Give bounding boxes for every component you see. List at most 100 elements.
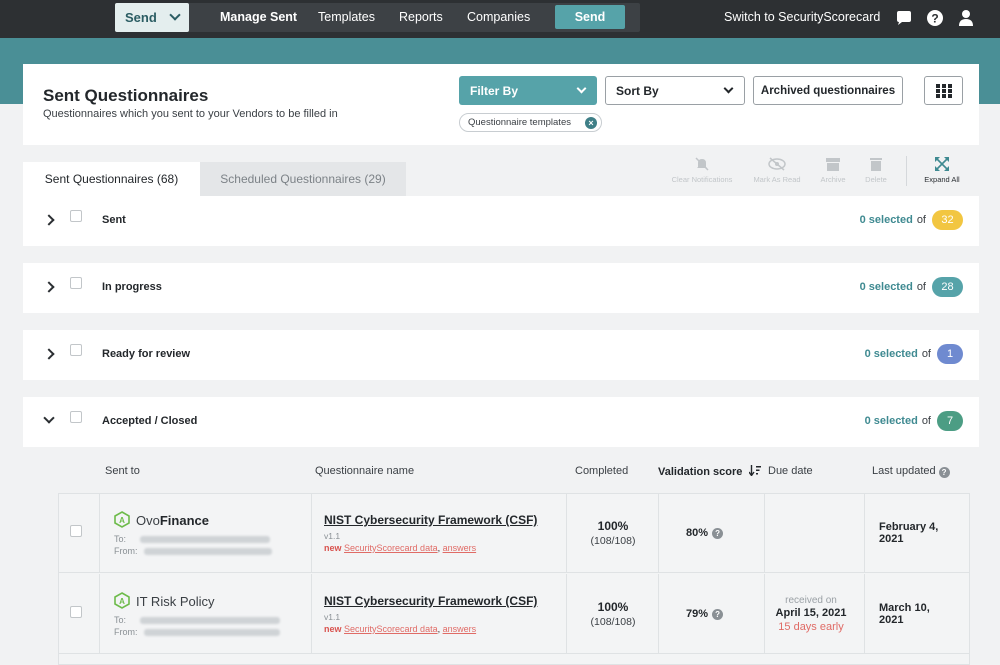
header-card: Sent Questionnaires Questionnaires which… (23, 64, 979, 145)
help-icon[interactable]: ? (712, 608, 724, 620)
tab-scheduled-questionnaires[interactable]: Scheduled Questionnaires (29) (200, 162, 406, 196)
column-divider (864, 574, 865, 653)
archived-questionnaires-button[interactable]: Archived questionnaires (753, 76, 903, 105)
questionnaire-link[interactable]: NIST Cybersecurity Framework (CSF) (324, 594, 537, 608)
mark-as-read-label: Mark As Read (753, 175, 801, 184)
chevron-down-icon[interactable] (43, 412, 55, 424)
table-row[interactable]: A IT Risk Policy To: From: NIST Cybersec… (58, 574, 970, 654)
column-sent-to: Sent to (105, 465, 140, 477)
svg-text:?: ? (931, 12, 938, 26)
selection-count: 0 selected of 32 (860, 210, 963, 230)
page-title: Sent Questionnaires (43, 86, 209, 105)
chevron-right-icon[interactable] (43, 214, 55, 226)
group-label: Sent (102, 214, 126, 226)
grid-icon (936, 84, 952, 98)
count-badge: 7 (937, 411, 963, 431)
redacted-email (144, 548, 272, 555)
securityscorecard-data-link[interactable]: SecurityScorecard data (344, 543, 438, 553)
selected-text: 0 selected (859, 281, 913, 293)
user-icon[interactable] (956, 8, 976, 28)
column-questionnaire-name: Questionnaire name (315, 465, 415, 477)
send-dropdown-label: Send (125, 10, 157, 25)
filter-by-dropdown[interactable]: Filter By (459, 76, 597, 105)
delete-label: Delete (865, 175, 887, 184)
send-button[interactable]: Send (555, 5, 625, 29)
nav-companies[interactable]: Companies (467, 10, 530, 24)
answers-link[interactable]: answers (443, 543, 477, 553)
trash-icon (870, 158, 882, 171)
chat-icon[interactable] (894, 8, 914, 28)
last-updated-line-2: 2021 (879, 533, 904, 545)
chevron-right-icon[interactable] (43, 348, 55, 360)
help-icon[interactable]: ? (938, 467, 950, 478)
column-due-date: Due date (768, 465, 813, 477)
new-badge: new (324, 543, 342, 553)
column-last-updated: Last updated? (872, 465, 950, 478)
expand-all-button[interactable]: Expand All (916, 156, 968, 184)
table-row[interactable]: A OvoFinance To: From: NIST Cybersecurit… (58, 493, 970, 573)
expand-all-label: Expand All (924, 175, 960, 184)
close-icon[interactable]: × (585, 117, 597, 129)
questionnaire-version: v1.1 (324, 531, 341, 541)
due-early-status: 15 days early (778, 621, 844, 633)
answers-link[interactable]: answers (443, 624, 477, 634)
chevron-right-icon[interactable] (43, 281, 55, 293)
svg-text:A: A (119, 597, 125, 606)
row-checkbox[interactable] (70, 525, 82, 537)
send-dropdown[interactable]: Send (115, 3, 189, 32)
from-label: From: (114, 546, 138, 556)
column-divider (99, 574, 100, 653)
column-divider (99, 493, 100, 572)
archive-button[interactable]: Archive (814, 156, 852, 184)
group-checkbox[interactable] (70, 277, 82, 289)
group-checkbox[interactable] (70, 411, 82, 423)
of-text: of (916, 281, 926, 293)
page-subtitle: Questionnaires which you sent to your Ve… (43, 108, 338, 120)
due-received-label: received on (785, 595, 837, 606)
nav-reports[interactable]: Reports (399, 10, 443, 24)
tab-sent-questionnaires[interactable]: Sent Questionnaires (68) (23, 162, 200, 196)
nav-manage-sent[interactable]: Manage Sent (220, 10, 297, 24)
group-in-progress[interactable]: In progress 0 selected of 28 (23, 263, 979, 313)
questionnaire-link[interactable]: NIST Cybersecurity Framework (CSF) (324, 513, 537, 527)
svg-text:A: A (119, 516, 125, 525)
completed-count: (108/108) (590, 616, 636, 628)
switch-to-securityscorecard-link[interactable]: Switch to SecurityScorecard (724, 10, 880, 24)
bell-off-icon (695, 157, 709, 171)
column-divider (566, 574, 567, 653)
new-badge: new (324, 624, 342, 634)
chevron-down-icon (723, 83, 734, 94)
expand-icon (935, 157, 949, 171)
validation-score-value: 79% (686, 608, 709, 620)
archive-label: Archive (820, 175, 846, 184)
group-ready-for-review[interactable]: Ready for review 0 selected of 1 (23, 330, 979, 380)
of-text: of (921, 348, 931, 360)
sort-by-dropdown[interactable]: Sort By (605, 76, 745, 105)
group-checkbox[interactable] (70, 210, 82, 222)
delete-button[interactable]: Delete (858, 156, 894, 184)
help-icon[interactable]: ? (712, 527, 724, 539)
mark-as-read-button[interactable]: Mark As Read (746, 156, 808, 184)
selected-text: 0 selected (864, 348, 918, 360)
validation-score-value: 80% (686, 527, 709, 539)
row-checkbox[interactable] (70, 606, 82, 618)
nav-templates[interactable]: Templates (318, 10, 375, 24)
sort-icon[interactable] (748, 465, 762, 477)
group-accepted-closed[interactable]: Accepted / Closed 0 selected of 7 (23, 397, 979, 447)
column-validation-score[interactable]: Validation score (658, 465, 762, 478)
clear-notifications-button[interactable]: Clear Notifications (666, 156, 738, 184)
vendor-logo-suffix: Finance (159, 513, 209, 528)
filter-chip: Questionnaire templates × (459, 113, 602, 132)
grid-view-button[interactable] (924, 76, 963, 105)
validation-score: 80%? (686, 527, 724, 539)
chevron-down-icon (576, 83, 587, 94)
sort-by-label: Sort By (616, 83, 659, 98)
group-checkbox[interactable] (70, 344, 82, 356)
count-badge: 28 (932, 277, 963, 297)
help-icon[interactable]: ? (925, 8, 945, 28)
vendor-logo: OvoFinance (136, 513, 209, 528)
redacted-email (140, 617, 280, 624)
from-label: From: (114, 627, 138, 637)
group-sent[interactable]: Sent 0 selected of 32 (23, 196, 979, 246)
securityscorecard-data-link[interactable]: SecurityScorecard data (344, 624, 438, 634)
